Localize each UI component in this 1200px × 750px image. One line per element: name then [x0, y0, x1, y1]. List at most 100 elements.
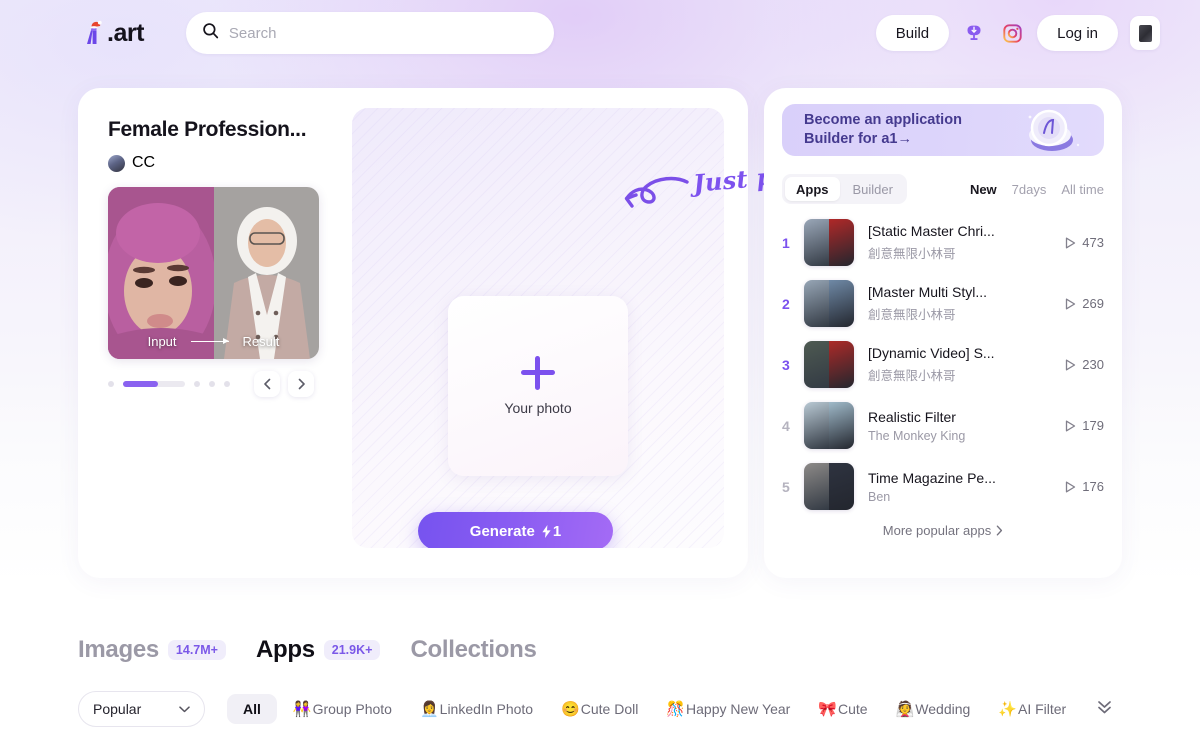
login-button[interactable]: Log in — [1037, 15, 1118, 51]
category-chip-wedding[interactable]: 👰 Wedding — [884, 694, 983, 724]
before-after-preview[interactable]: Input Result — [108, 187, 319, 359]
carousel-dot[interactable] — [108, 381, 114, 387]
filter-new[interactable]: New — [970, 182, 997, 197]
search-bar[interactable] — [185, 12, 554, 54]
builder-banner[interactable]: Become an application Builder for a1→ — [782, 104, 1104, 156]
app-author: Ben — [868, 489, 891, 504]
play-count-value: 269 — [1082, 296, 1104, 311]
app-author: 創意無限小林哥 — [868, 247, 956, 261]
app-icon-glyph — [1138, 24, 1152, 42]
sort-dropdown[interactable]: Popular — [78, 691, 205, 727]
popular-apps-panel: Become an application Builder for a1→ Ap… — [764, 88, 1122, 578]
carousel-next-button[interactable] — [288, 371, 314, 397]
carousel-progress[interactable] — [123, 381, 185, 387]
lightning-icon — [542, 524, 551, 538]
app-title: Realistic Filter — [868, 408, 956, 425]
browse-tabs: Images 14.7M+ Apps 21.9K+ Collections — [78, 636, 1138, 664]
play-count-value: 176 — [1082, 479, 1104, 494]
filter-7days[interactable]: 7days — [1012, 182, 1047, 197]
carousel-dot[interactable] — [194, 381, 200, 387]
table-row[interactable]: 2 [Master Multi Styl... 創意無限小林哥 269 — [782, 273, 1104, 334]
app-info: Realistic Filter The Monkey King — [868, 409, 1065, 443]
panel-tabs-row: Apps Builder New 7days All time — [782, 174, 1104, 204]
play-icon — [1066, 298, 1076, 309]
tab-label: Apps — [255, 636, 315, 663]
category-chip-linkedin-photo[interactable]: 👩‍💼 LinkedIn Photo — [408, 694, 545, 724]
carousel-nav — [254, 371, 314, 397]
more-popular-apps-label: More popular apps — [882, 523, 992, 538]
promo-author: CC — [108, 154, 348, 172]
more-popular-apps-link[interactable]: More popular apps — [782, 523, 1104, 538]
chip-label: All — [243, 701, 261, 717]
tab-apps[interactable]: Apps 21.9K+ — [255, 636, 381, 664]
discord-icon[interactable] — [961, 20, 987, 46]
carousel-prev-button[interactable] — [254, 371, 280, 397]
generate-label: Generate — [469, 522, 535, 540]
carousel-dot[interactable] — [224, 381, 230, 387]
app-thumbnail — [804, 463, 854, 510]
tab-collections[interactable]: Collections — [410, 636, 536, 664]
play-count: 473 — [1065, 235, 1104, 250]
instagram-icon[interactable] — [999, 20, 1025, 46]
app-thumbnail — [804, 341, 854, 388]
table-row[interactable]: 3 [Dynamic Video] S... 創意無限小林哥 230 — [782, 334, 1104, 395]
play-count: 230 — [1065, 357, 1104, 372]
rank-number: 4 — [782, 417, 790, 434]
chip-emoji-icon: 😊 — [561, 701, 580, 718]
plus-icon — [521, 356, 555, 390]
app-title: Time Magazine Pe... — [868, 469, 996, 486]
builder-banner-line1: Become an application — [804, 112, 962, 129]
app-thumbnail — [804, 219, 854, 266]
category-chip-cute-doll[interactable]: 😊 Cute Doll — [549, 694, 650, 724]
play-count: 176 — [1065, 479, 1104, 494]
chip-label: Group Photo — [312, 701, 392, 717]
header-actions: Build Log in — [875, 15, 1160, 51]
chevron-down-icon — [179, 705, 190, 712]
generate-panel: Your photo Generate 1 — [352, 108, 724, 548]
tab-builder[interactable]: Builder — [842, 177, 904, 201]
photo-upload-dropzone[interactable]: Your photo — [448, 296, 628, 476]
app-author: 創意無限小林哥 — [868, 308, 956, 322]
play-count: 269 — [1065, 296, 1104, 311]
table-row[interactable]: 1 [Static Master Chri... 創意無限小林哥 473 — [782, 212, 1104, 273]
avatar — [108, 154, 125, 172]
chip-emoji-icon: 🎀 — [818, 701, 838, 718]
before-after-labels: Input Result — [108, 334, 319, 349]
build-button[interactable]: Build — [875, 15, 950, 51]
upload-label: Your photo — [504, 400, 572, 416]
play-icon — [1066, 359, 1076, 370]
category-chip-all[interactable]: All — [227, 694, 277, 724]
generate-button[interactable]: Generate 1 — [418, 512, 613, 548]
play-count: 179 — [1065, 418, 1104, 433]
table-row[interactable]: 5 Time Magazine Pe... Ben 176 — [782, 456, 1104, 517]
category-chip-group-photo[interactable]: 👭 Group Photo — [281, 694, 404, 724]
mobile-app-icon[interactable] — [1130, 16, 1160, 50]
hero-section: Female Profession... CC Input Result You… — [78, 88, 1122, 578]
play-count-value: 230 — [1082, 357, 1104, 372]
category-chips: All 👭 Group Photo 👩‍💼 LinkedIn Photo 😊 Cute Do… — [227, 694, 1078, 724]
rank-number: 3 — [782, 356, 790, 373]
filter-all-time[interactable]: All time — [1061, 182, 1104, 197]
tab-apps[interactable]: Apps — [785, 177, 840, 201]
table-row[interactable]: 4 Realistic Filter The Monkey King 179 — [782, 395, 1104, 456]
logo[interactable]: .art — [78, 18, 144, 48]
chevron-right-icon — [996, 525, 1003, 536]
tab-label: Collections — [410, 636, 537, 663]
carousel-dot[interactable] — [209, 381, 215, 387]
category-chip-happy-new-year[interactable]: 🎊 Happy New Year — [654, 694, 802, 724]
carousel-dots[interactable] — [108, 381, 230, 387]
app-title: [Master Multi Styl... — [868, 284, 988, 300]
chevrons-down-icon[interactable] — [1096, 699, 1113, 720]
play-icon — [1066, 237, 1076, 248]
tab-images[interactable]: Images 14.7M+ — [78, 636, 226, 664]
rank-number: 1 — [782, 234, 790, 251]
count-badge: 14.7M+ — [167, 640, 226, 660]
app-info: Time Magazine Pe... Ben — [868, 470, 1065, 504]
app-thumbnail — [804, 402, 854, 449]
search-input[interactable] — [228, 24, 529, 42]
category-chip-cute[interactable]: 🎀 Cute — [806, 694, 879, 724]
category-chip-ai-filter[interactable]: ✨ AI Filter — [986, 694, 1078, 724]
search-icon — [202, 22, 219, 44]
logo-text: .art — [107, 18, 144, 47]
input-label: Input — [147, 334, 177, 349]
